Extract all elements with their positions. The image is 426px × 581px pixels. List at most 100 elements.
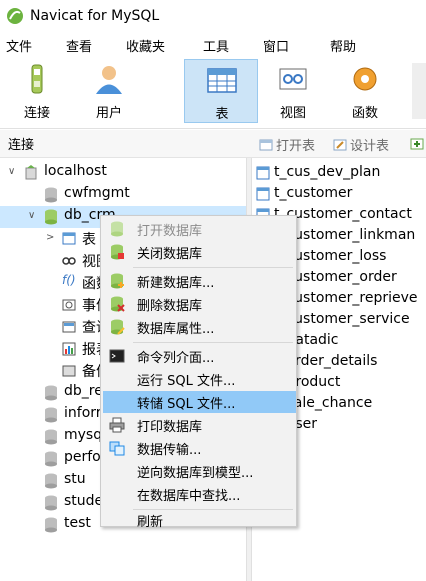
open-db-icon	[111, 221, 123, 237]
menu-item-label: 关闭数据库	[137, 246, 203, 262]
toolbar-overflow	[412, 63, 426, 119]
chevron-down-icon[interactable]: ∨	[28, 210, 40, 222]
database-icon	[45, 517, 57, 533]
database-icon	[45, 473, 57, 489]
report-icon	[62, 342, 76, 356]
toolbar-function-label: 函数	[351, 106, 378, 121]
menu-favorites[interactable]: 收藏夹	[126, 36, 165, 55]
new-db-icon	[111, 273, 124, 289]
server-icon	[25, 165, 37, 180]
menu-item-label: 数据传输...	[137, 442, 202, 458]
tree-database-label: db_re	[64, 383, 103, 399]
database-icon	[45, 187, 57, 203]
open-table-icon	[259, 139, 273, 150]
menu-item-run-sql-file[interactable]: 运行 SQL 文件...	[103, 368, 296, 390]
tree-database-label: perfo	[64, 449, 101, 465]
menu-item-label: 转储 SQL 文件...	[137, 396, 236, 412]
chevron-down-icon[interactable]: ∨	[8, 166, 20, 178]
open-table-label: 打开表	[276, 139, 316, 154]
main-toolbar: 连接 用户 表 视图 函数	[0, 57, 426, 129]
function-icon	[353, 67, 377, 91]
toolbar-view-button[interactable]: 视图	[256, 59, 330, 123]
menu-item-label: 打印数据库	[137, 419, 203, 435]
toolbar-table-label: 表	[215, 107, 229, 122]
menu-window[interactable]: 窗口	[263, 36, 289, 55]
database-context-menu: 打开数据库 关闭数据库 新建数据库... 删除数据库 数据库属性... 命令列介…	[100, 215, 297, 530]
menu-item-refresh[interactable]: 刷新	[103, 502, 296, 530]
database-open-icon	[45, 209, 57, 225]
object-toolbar: 打开表 设计表	[250, 130, 426, 158]
menu-view[interactable]: 查看	[66, 36, 92, 55]
design-table-icon	[333, 139, 347, 150]
menu-item-label: 数据库属性...	[137, 321, 215, 337]
function-icon: f()	[62, 273, 76, 287]
menu-tools[interactable]: 工具	[203, 36, 229, 55]
menu-help[interactable]: 帮助	[330, 36, 356, 55]
tree-database-label: test	[64, 515, 91, 531]
design-table-button[interactable]: 设计表	[333, 135, 389, 154]
tree-database-cwfmgmt[interactable]: cwfmgmt	[0, 184, 246, 206]
connection-icon	[31, 64, 43, 94]
view-icon	[279, 68, 307, 90]
close-db-icon	[111, 244, 124, 260]
delete-db-icon	[111, 296, 125, 312]
tree-database-label: inforr	[64, 405, 102, 421]
tree-database-label: cwfmgmt	[64, 185, 130, 201]
table-icon	[256, 166, 270, 180]
event-icon	[62, 299, 76, 311]
menu-item-label: 逆向数据库到模型...	[137, 465, 254, 481]
menu-item-data-transfer[interactable]: 数据传输...	[103, 437, 296, 459]
menu-item-label: 命令列介面...	[137, 350, 215, 366]
table-item[interactable]: t_customer	[252, 184, 426, 205]
database-icon	[45, 429, 57, 445]
menu-item-database-properties[interactable]: 数据库属性...	[103, 316, 296, 338]
menu-item-delete-database[interactable]: 删除数据库	[103, 293, 296, 315]
menu-item-command-line[interactable]: 命令列介面...	[103, 345, 296, 367]
menu-item-open-database[interactable]: 打开数据库	[103, 218, 296, 240]
menu-item-close-database[interactable]: 关闭数据库	[103, 241, 296, 263]
menu-item-label: 新建数据库...	[137, 275, 215, 291]
toolbar-user-button[interactable]: 用户	[72, 59, 146, 123]
table-icon	[207, 68, 237, 93]
title-bar: Navicat for MySQL	[0, 0, 426, 31]
design-table-label: 设计表	[350, 139, 390, 154]
new-table-icon[interactable]	[410, 137, 424, 151]
menu-item-label: 删除数据库	[137, 298, 203, 314]
toolbar-table-button[interactable]: 表	[184, 59, 258, 123]
toolbar-connection-label: 连接	[23, 106, 50, 121]
tree-database-label: stude	[64, 493, 104, 509]
tree-connection-localhost[interactable]: ∨ localhost	[0, 162, 246, 184]
menu-file[interactable]: 文件	[6, 36, 32, 55]
database-icon	[45, 385, 57, 401]
toolbar-view-label: 视图	[279, 106, 306, 121]
tree-node-label: 表	[82, 232, 96, 248]
table-icon	[62, 232, 76, 245]
user-icon	[96, 66, 122, 94]
database-icon	[45, 495, 57, 511]
tree-database-label: stu	[64, 471, 86, 487]
table-item[interactable]: t_cus_dev_plan	[252, 163, 426, 184]
menu-bar: 文件 查看 收藏夹 工具 窗口 帮助	[0, 31, 426, 57]
menu-item-dump-sql-file[interactable]: 转储 SQL 文件...	[103, 391, 296, 413]
print-icon	[109, 417, 125, 433]
table-icon	[256, 187, 270, 201]
menu-item-label: 在数据库中查找...	[137, 488, 241, 504]
toolbar-connection-button[interactable]: 连接	[0, 59, 74, 123]
menu-item-new-database[interactable]: 新建数据库...	[103, 270, 296, 292]
connection-panel-header: 连接	[0, 130, 250, 158]
menu-item-reverse-to-model[interactable]: 逆向数据库到模型...	[103, 460, 296, 482]
open-table-button[interactable]: 打开表	[259, 135, 315, 154]
menu-separator	[133, 342, 293, 343]
table-name: t_customer	[274, 185, 353, 201]
transfer-icon	[109, 441, 125, 456]
tree-root-label: localhost	[44, 163, 107, 179]
tree-database-label: mysq	[64, 427, 103, 443]
toolbar-user-label: 用户	[95, 106, 122, 121]
menu-item-print-database[interactable]: 打印数据库	[103, 414, 296, 436]
chevron-right-icon[interactable]: >	[46, 232, 58, 244]
query-icon	[62, 321, 76, 333]
menu-item-label: 刷新	[137, 515, 164, 530]
table-name: t_cus_dev_plan	[274, 164, 381, 180]
database-icon	[45, 451, 57, 467]
toolbar-function-button[interactable]: 函数	[328, 59, 402, 123]
